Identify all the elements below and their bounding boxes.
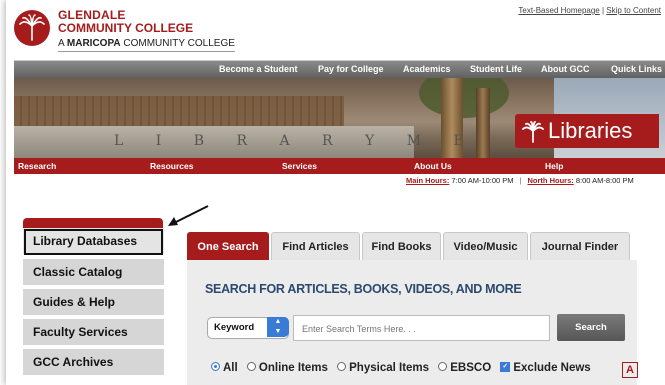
nav-student-life[interactable]: Student Life <box>470 64 522 74</box>
sidebar-item-classic-catalog[interactable]: Classic Catalog <box>23 259 164 287</box>
libnav-services[interactable]: Services <box>282 161 317 171</box>
library-navigation: Research Resources Services About Us Hel… <box>14 158 665 174</box>
banner-wall-lettering: L I B R A R Y M E <box>114 133 478 149</box>
tab-label: One Search <box>197 241 259 253</box>
option-ebsco[interactable]: EBSCO <box>438 362 491 374</box>
option-label: EBSCO <box>450 362 492 374</box>
skip-to-content-link[interactable]: Skip to Content <box>606 6 661 15</box>
tab-label: Find Books <box>371 241 432 253</box>
select-stepper-icon: ▲ ▼ <box>267 317 289 337</box>
north-hours-link[interactable]: North Hours: <box>528 176 574 185</box>
search-type-value: Keyword <box>214 322 255 333</box>
tab-one-search[interactable]: One Search <box>187 232 269 261</box>
a-badge-icon[interactable]: A <box>622 362 638 378</box>
search-heading: SEARCH FOR ARTICLES, BOOKS, VIDEOS, AND … <box>205 282 522 296</box>
text-based-homepage-link[interactable]: Text-Based Homepage <box>518 6 599 15</box>
nav-become-a-student[interactable]: Become a Student <box>219 64 298 74</box>
libraries-title: Libraries <box>548 118 633 143</box>
exclude-news-label: Exclude News <box>513 362 591 374</box>
sidebar-item-label: Classic Catalog <box>33 265 123 279</box>
banner-wall-upper <box>14 96 344 128</box>
main-hours-value: 7:00 AM-10:00 PM <box>449 176 514 185</box>
search-input-wrapper <box>293 315 550 341</box>
tab-journal-finder[interactable]: Journal Finder <box>530 232 630 261</box>
utility-links: Text-Based Homepage | Skip to Content <box>518 6 661 15</box>
sidebar-item-gcc-archives[interactable]: GCC Archives <box>23 349 164 377</box>
search-input[interactable] <box>300 318 544 340</box>
option-online-items[interactable]: Online Items <box>246 362 328 374</box>
main-hours-link[interactable]: Main Hours: <box>406 176 449 185</box>
libnav-research[interactable]: Research <box>18 161 56 171</box>
gcc-logo-icon[interactable] <box>14 10 50 46</box>
search-button[interactable]: Search <box>557 314 625 341</box>
tab-find-articles[interactable]: Find Articles <box>271 232 360 261</box>
radio-icon <box>337 362 347 372</box>
palm-icon <box>522 121 544 143</box>
nav-academics[interactable]: Academics <box>403 64 451 74</box>
tagline-suffix: COMMUNITY COLLEGE <box>120 38 235 49</box>
tab-video-music[interactable]: Video/Music <box>443 232 528 261</box>
sidebar-item-library-databases[interactable]: Library Databases <box>23 228 164 256</box>
checkbox-checked-icon: ✓ <box>500 361 511 372</box>
sidebar-item-guides-help[interactable]: Guides & Help <box>23 289 164 317</box>
north-hours-value: 8:00 AM-8:00 PM <box>573 176 634 185</box>
libnav-about-us[interactable]: About Us <box>414 161 452 171</box>
exclude-news-checkbox[interactable]: ✓ Exclude News <box>500 361 591 374</box>
search-button-label: Search <box>575 322 607 333</box>
banner-tree <box>419 78 509 118</box>
libraries-title-box: Libraries <box>515 114 659 148</box>
sidebar-header-bar <box>23 218 163 228</box>
nav-pay-for-college[interactable]: Pay for College <box>318 64 384 74</box>
pointer-arrow-icon <box>168 205 209 226</box>
sidebar-item-label: Faculty Services <box>33 325 128 339</box>
option-label: Online Items <box>258 362 328 374</box>
radio-selected-icon <box>211 362 220 372</box>
option-physical-items[interactable]: Physical Items <box>337 362 429 374</box>
search-filter-options: All Online Items Physical Items EBSCO ✓ E… <box>211 361 597 374</box>
library-hours: Main Hours: 7:00 AM-10:00 PM | North Hours… <box>406 176 634 185</box>
radio-icon <box>246 362 256 372</box>
sidebar-item-label: Guides & Help <box>33 295 116 309</box>
tab-find-books[interactable]: Find Books <box>362 232 441 261</box>
sidebar-item-faculty-services[interactable]: Faculty Services <box>23 319 164 347</box>
nav-quick-links[interactable]: Quick Links <box>611 64 662 74</box>
option-label: Physical Items <box>349 362 430 374</box>
search-type-select[interactable]: Keyword ▲ ▼ <box>207 317 289 339</box>
maricopa-tagline: A MARICOPA COMMUNITY COLLEGE <box>58 38 235 52</box>
main-navigation: Become a Student Pay for College Academi… <box>14 60 665 79</box>
tagline-maricopa: MARICOPA <box>66 38 121 49</box>
tab-label: Journal Finder <box>541 241 619 253</box>
radio-icon <box>438 362 448 372</box>
tab-label: Video/Music <box>453 241 518 253</box>
tab-label: Find Articles <box>282 241 349 253</box>
nav-about-gcc[interactable]: About GCC <box>541 64 590 74</box>
tagline-prefix: A <box>58 38 67 49</box>
college-name-line2: COMMUNITY COLLEGE <box>58 21 194 35</box>
option-label: All <box>223 362 238 374</box>
hours-separator: | <box>519 176 522 185</box>
banner-tree-trunk-2 <box>476 88 490 158</box>
libnav-resources[interactable]: Resources <box>150 161 193 171</box>
sidebar-item-label: GCC Archives <box>33 355 114 369</box>
sidebar-item-label: Library Databases <box>33 234 138 248</box>
libnav-help[interactable]: Help <box>545 161 563 171</box>
option-all[interactable]: All <box>211 362 238 374</box>
